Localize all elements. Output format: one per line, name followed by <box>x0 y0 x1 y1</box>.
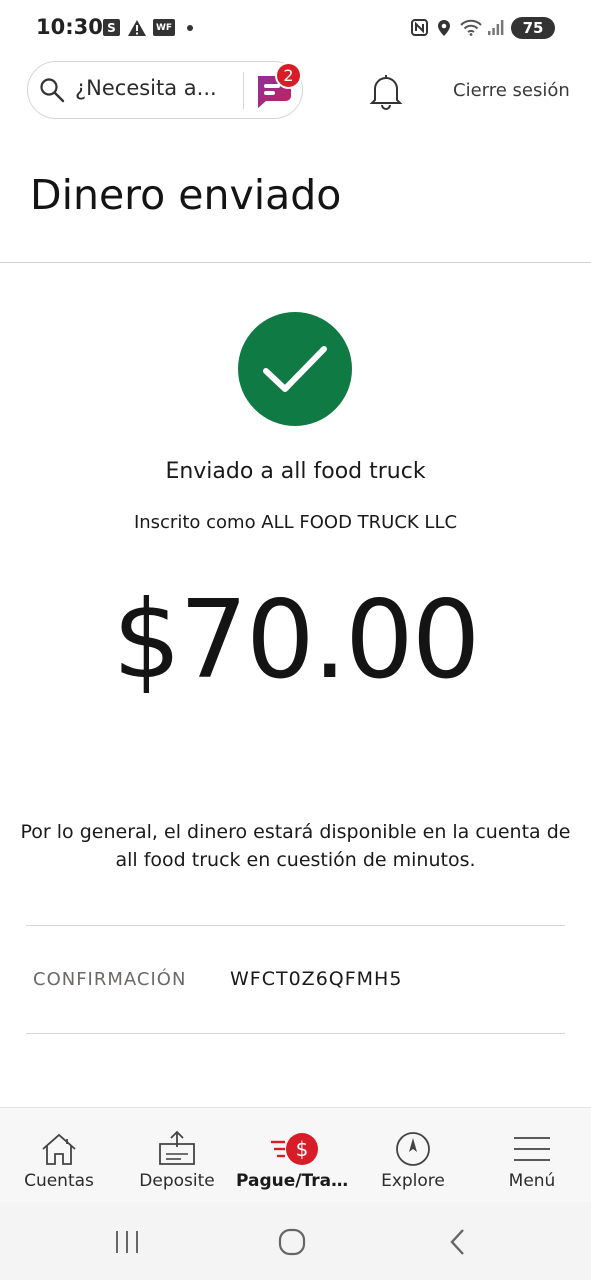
back-icon[interactable] <box>433 1222 483 1262</box>
deposit-icon <box>118 1129 236 1169</box>
dot-icon <box>187 25 193 31</box>
home-button-icon[interactable] <box>267 1222 317 1262</box>
recent-apps-icon[interactable] <box>102 1222 152 1262</box>
battery-icon: 75 <box>511 17 555 39</box>
svg-text:$: $ <box>296 1137 309 1161</box>
location-icon <box>436 19 452 36</box>
nav-label: Cuentas <box>24 1171 94 1191</box>
wf-app-icon: WF <box>153 19 175 36</box>
nav-label: Menú <box>508 1171 556 1191</box>
house-icon <box>0 1129 118 1169</box>
status-time: 10:30 <box>36 15 103 39</box>
nfc-icon <box>410 19 428 36</box>
amount: $70.00 <box>112 578 481 703</box>
warning-icon <box>127 19 147 36</box>
notification-count-badge: 2 <box>275 62 302 89</box>
nav-label: Deposite <box>139 1171 215 1191</box>
divider <box>26 925 565 926</box>
menu-icon <box>473 1129 591 1169</box>
bell-icon[interactable] <box>369 72 403 110</box>
compass-icon <box>354 1129 472 1169</box>
square-s-icon: S <box>103 19 120 36</box>
nav-label: Explore <box>381 1171 445 1191</box>
search-icon <box>39 77 65 103</box>
logout-link[interactable]: Cierre sesión <box>453 80 570 101</box>
nav-menu[interactable]: Menú <box>473 1107 591 1202</box>
availability-note: Por lo general, el dinero estará disponi… <box>20 821 571 871</box>
nav-pague-transfiera[interactable]: $ Pague/Tran... <box>236 1107 354 1202</box>
confirmation-number: WFCT0Z6QFMH5 <box>230 968 403 990</box>
search-divider <box>243 72 244 109</box>
wifi-icon <box>459 19 483 36</box>
nav-label: Pague/Tran... <box>236 1171 354 1191</box>
pay-transfer-icon: $ <box>236 1129 354 1169</box>
enrolled-as-text: Inscrito como ALL FOOD TRUCK LLC <box>133 512 458 533</box>
confirmation-label: CONFIRMACIÓN <box>33 969 187 990</box>
divider <box>26 1033 565 1034</box>
header-divider <box>0 262 591 263</box>
success-check-icon <box>238 312 352 426</box>
nav-deposite[interactable]: Deposite <box>118 1107 236 1202</box>
nav-cuentas[interactable]: Cuentas <box>0 1107 118 1202</box>
nav-explore[interactable]: Explore <box>354 1107 472 1202</box>
search-input[interactable]: ¿Necesita a... <box>75 76 235 100</box>
page-title: Dinero enviado <box>30 171 342 219</box>
signal-icon <box>487 19 505 36</box>
battery-level: 75 <box>522 19 544 37</box>
recipient-text: Enviado a all food truck <box>165 459 426 484</box>
